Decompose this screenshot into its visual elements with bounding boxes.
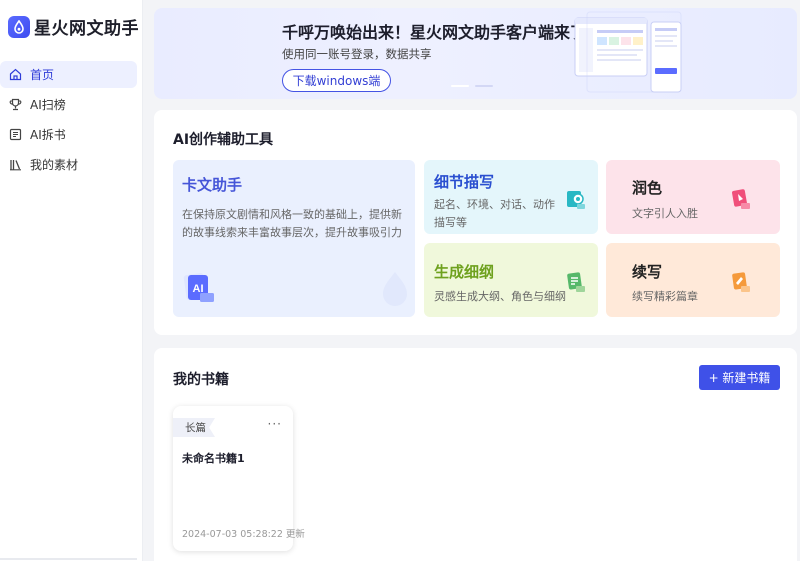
- sidebar-item-label: AI扫榜: [30, 98, 66, 112]
- sidebar-item-label: AI拆书: [30, 128, 66, 142]
- tool-description: 在保持原文剧情和风格一致的基础上，提供新的故事线索来丰富故事层次，提升故事吸引力: [182, 208, 402, 239]
- trophy-icon: [8, 98, 22, 112]
- sidebar: 星火网文助手 首页 AI扫榜 AI拆书 我的素材: [0, 0, 143, 561]
- book-title: 未命名书籍1: [182, 452, 245, 465]
- spark-logo-icon: [8, 15, 30, 38]
- download-windows-button[interactable]: 下载windows端: [282, 69, 391, 92]
- tool-title: 细节描写: [434, 173, 495, 191]
- ai-tools-section: AI创作辅助工具 卡文助手 在保持原文剧情和风格一致的基础上，提供新的故事线索来…: [154, 110, 797, 335]
- sidebar-scrollbar[interactable]: [0, 558, 137, 560]
- carousel-indicator[interactable]: [451, 85, 493, 87]
- tool-card-polish[interactable]: 润色 文字引人入胜: [606, 160, 780, 234]
- outline-icon: [567, 272, 585, 292]
- carousel-dot[interactable]: [475, 85, 493, 87]
- sidebar-nav: 首页 AI扫榜 AI拆书 我的素材: [0, 61, 143, 181]
- book-open-icon: [8, 128, 22, 142]
- download-banner[interactable]: 千呼万唤始出来！星火网文助手客户端来了 使用同一账号登录，数据共享 下载wind…: [154, 8, 797, 99]
- banner-title: 千呼万唤始出来！星火网文助手客户端来了: [282, 23, 587, 42]
- tool-card-writer-block[interactable]: 卡文助手 在保持原文剧情和风格一致的基础上，提供新的故事线索来丰富故事层次，提升…: [173, 160, 415, 317]
- tool-title: 生成细纲: [434, 263, 495, 281]
- tool-description: 灵感生成大纲、角色与细纲: [434, 290, 566, 303]
- sidebar-item-ai-rank[interactable]: AI扫榜: [0, 91, 137, 118]
- more-options-icon[interactable]: ···: [268, 417, 282, 431]
- section-title: AI创作辅助工具: [173, 132, 274, 148]
- app-name: 星火网文助手: [34, 19, 139, 39]
- ai-document-icon: AI: [183, 273, 214, 302]
- tool-title: 卡文助手: [182, 176, 243, 194]
- app-preview-illustration: [574, 11, 682, 93]
- tool-card-continue[interactable]: 续写 续写精彩篇章: [606, 243, 780, 317]
- carousel-dot[interactable]: [451, 85, 469, 87]
- flame-watermark-icon: [383, 272, 407, 306]
- detail-writing-icon: [567, 191, 585, 209]
- tool-card-outline[interactable]: 生成细纲 灵感生成大纲、角色与细纲: [424, 243, 598, 317]
- library-icon: [8, 158, 22, 172]
- my-books-section: 我的书籍 + 新建书籍 长篇 ··· 未命名书籍1 2024-07-03 05:…: [154, 348, 797, 561]
- continue-writing-icon: [732, 272, 750, 292]
- home-icon: [8, 68, 22, 82]
- tool-description: 文字引人入胜: [632, 207, 698, 220]
- app-logo[interactable]: 星火网文助手: [8, 14, 139, 39]
- polish-icon: [732, 189, 750, 209]
- book-updated-time: 2024-07-03 05:28:22 更新: [182, 529, 305, 540]
- new-book-button[interactable]: + 新建书籍: [699, 365, 780, 390]
- tool-description: 起名、环境、对话、动作描写等: [434, 198, 555, 229]
- tool-title: 续写: [632, 263, 663, 281]
- sidebar-item-label: 我的素材: [30, 158, 79, 172]
- banner-subtitle: 使用同一账号登录，数据共享: [282, 47, 432, 61]
- tool-title: 润色: [632, 179, 663, 197]
- book-card[interactable]: 长篇 ··· 未命名书籍1 2024-07-03 05:28:22 更新: [173, 406, 305, 551]
- sidebar-item-ai-breakdown[interactable]: AI拆书: [0, 121, 137, 148]
- tool-card-detail-writing[interactable]: 细节描写 起名、环境、对话、动作描写等: [424, 160, 598, 234]
- sidebar-item-home[interactable]: 首页: [0, 61, 137, 88]
- section-title: 我的书籍: [173, 372, 229, 388]
- sidebar-item-label: 首页: [30, 68, 55, 82]
- book-type-tag: 长篇: [173, 418, 215, 437]
- sidebar-item-materials[interactable]: 我的素材: [0, 151, 137, 178]
- tool-description: 续写精彩篇章: [632, 290, 698, 303]
